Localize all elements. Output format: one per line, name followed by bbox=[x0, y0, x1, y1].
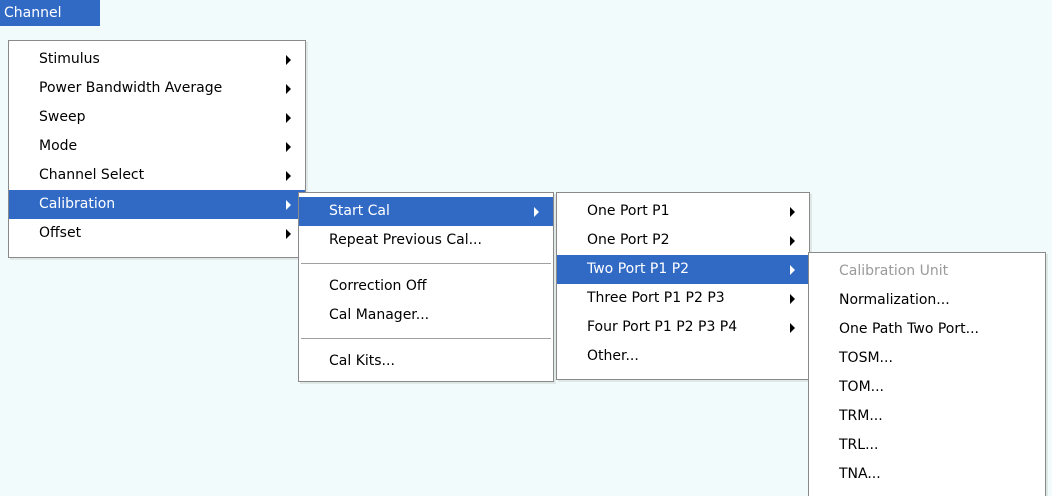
menu-item-label: Cal Kits... bbox=[329, 353, 395, 369]
submenu-arrow-icon bbox=[286, 141, 291, 152]
menu-item-correction-off[interactable]: Correction Off bbox=[299, 272, 553, 301]
menu-item-label: Mode bbox=[39, 138, 78, 154]
menu-item-trm[interactable]: TRM... bbox=[809, 402, 1045, 431]
menu-item-power-bandwidth-average[interactable]: Power Bandwidth Average bbox=[9, 74, 305, 103]
menu-item-label: Two Port P1 P2 bbox=[587, 261, 690, 277]
submenu-arrow-icon bbox=[790, 293, 795, 304]
start-cal-submenu: One Port P1 One Port P2 Two Port P1 P2 T… bbox=[556, 192, 810, 380]
menu-item-tosm[interactable]: TOSM... bbox=[809, 344, 1045, 373]
menu-item-label: Normalization... bbox=[839, 292, 950, 308]
two-port-submenu: Calibration Unit Normalization... One Pa… bbox=[808, 252, 1046, 496]
menu-item-one-port-p1[interactable]: One Port P1 bbox=[557, 197, 809, 226]
menu-item-start-cal[interactable]: Start Cal bbox=[299, 197, 553, 226]
menu-item-label: Start Cal bbox=[329, 203, 390, 219]
menu-item-label: Correction Off bbox=[329, 278, 427, 294]
submenu-arrow-icon bbox=[790, 264, 795, 275]
menu-item-label: One Port P1 bbox=[587, 203, 670, 219]
submenu-arrow-icon bbox=[286, 170, 291, 181]
menu-item-label: TRM... bbox=[839, 408, 883, 424]
menu-item-label: Calibration Unit bbox=[839, 263, 949, 279]
submenu-arrow-icon bbox=[534, 206, 539, 217]
submenu-arrow-icon bbox=[790, 206, 795, 217]
menu-item-label: TOM... bbox=[839, 379, 885, 395]
submenu-arrow-icon bbox=[286, 54, 291, 65]
menu-item-cal-manager[interactable]: Cal Manager... bbox=[299, 301, 553, 330]
menu-item-normalization[interactable]: Normalization... bbox=[809, 286, 1045, 315]
menu-item-label: TOSM... bbox=[839, 350, 893, 366]
menu-item-offset[interactable]: Offset bbox=[9, 219, 305, 248]
menu-item-mode[interactable]: Mode bbox=[9, 132, 305, 161]
submenu-arrow-icon bbox=[286, 83, 291, 94]
menu-item-label: Three Port P1 P2 P3 bbox=[587, 290, 725, 306]
menu-item-label: Sweep bbox=[39, 109, 86, 125]
menu-item-calibration[interactable]: Calibration bbox=[9, 190, 305, 219]
menu-item-label: Other... bbox=[587, 348, 639, 364]
menu-item-label: Channel Select bbox=[39, 167, 145, 183]
menu-item-four-port-p1-p2-p3-p4[interactable]: Four Port P1 P2 P3 P4 bbox=[557, 313, 809, 342]
menu-item-tom[interactable]: TOM... bbox=[809, 373, 1045, 402]
menu-item-three-port-p1-p2-p3[interactable]: Three Port P1 P2 P3 bbox=[557, 284, 809, 313]
menu-item-one-port-p2[interactable]: One Port P2 bbox=[557, 226, 809, 255]
menu-item-sweep[interactable]: Sweep bbox=[9, 103, 305, 132]
menu-item-label: Calibration bbox=[39, 196, 116, 212]
menu-item-label: Cal Manager... bbox=[329, 307, 430, 323]
menu-item-stimulus[interactable]: Stimulus bbox=[9, 45, 305, 74]
channel-menu: Stimulus Power Bandwidth Average Sweep M… bbox=[8, 40, 306, 258]
submenu-arrow-icon bbox=[790, 322, 795, 333]
menu-separator bbox=[301, 263, 551, 264]
menu-item-label: One Path Two Port... bbox=[839, 321, 979, 337]
menu-item-label: TRL... bbox=[839, 437, 879, 453]
menu-item-two-port-p1-p2[interactable]: Two Port P1 P2 bbox=[557, 255, 809, 284]
menu-item-label: Repeat Previous Cal... bbox=[329, 232, 482, 248]
submenu-arrow-icon bbox=[286, 199, 291, 210]
menu-item-channel-select[interactable]: Channel Select bbox=[9, 161, 305, 190]
menu-item-label: Stimulus bbox=[39, 51, 100, 67]
menu-item-label: One Port P2 bbox=[587, 232, 670, 248]
menu-item-tna[interactable]: TNA... bbox=[809, 460, 1045, 489]
menu-separator bbox=[301, 338, 551, 339]
submenu-arrow-icon bbox=[286, 228, 291, 239]
menu-item-other[interactable]: Other... bbox=[557, 342, 809, 371]
submenu-arrow-icon bbox=[790, 235, 795, 246]
menu-item-label: TNA... bbox=[839, 466, 881, 482]
menu-item-trl[interactable]: TRL... bbox=[809, 431, 1045, 460]
submenu-arrow-icon bbox=[286, 112, 291, 123]
menu-item-label: Four Port P1 P2 P3 P4 bbox=[587, 319, 738, 335]
menu-item-cal-kits[interactable]: Cal Kits... bbox=[299, 347, 553, 376]
menu-item-repeat-previous-cal[interactable]: Repeat Previous Cal... bbox=[299, 226, 553, 255]
menu-item-label: Power Bandwidth Average bbox=[39, 80, 223, 96]
menu-channel[interactable]: Channel bbox=[0, 0, 100, 26]
menu-item-calibration-unit: Calibration Unit bbox=[809, 257, 1045, 286]
menu-item-label: Offset bbox=[39, 225, 82, 241]
calibration-submenu: Start Cal Repeat Previous Cal... Correct… bbox=[298, 192, 554, 382]
menu-item-one-path-two-port[interactable]: One Path Two Port... bbox=[809, 315, 1045, 344]
